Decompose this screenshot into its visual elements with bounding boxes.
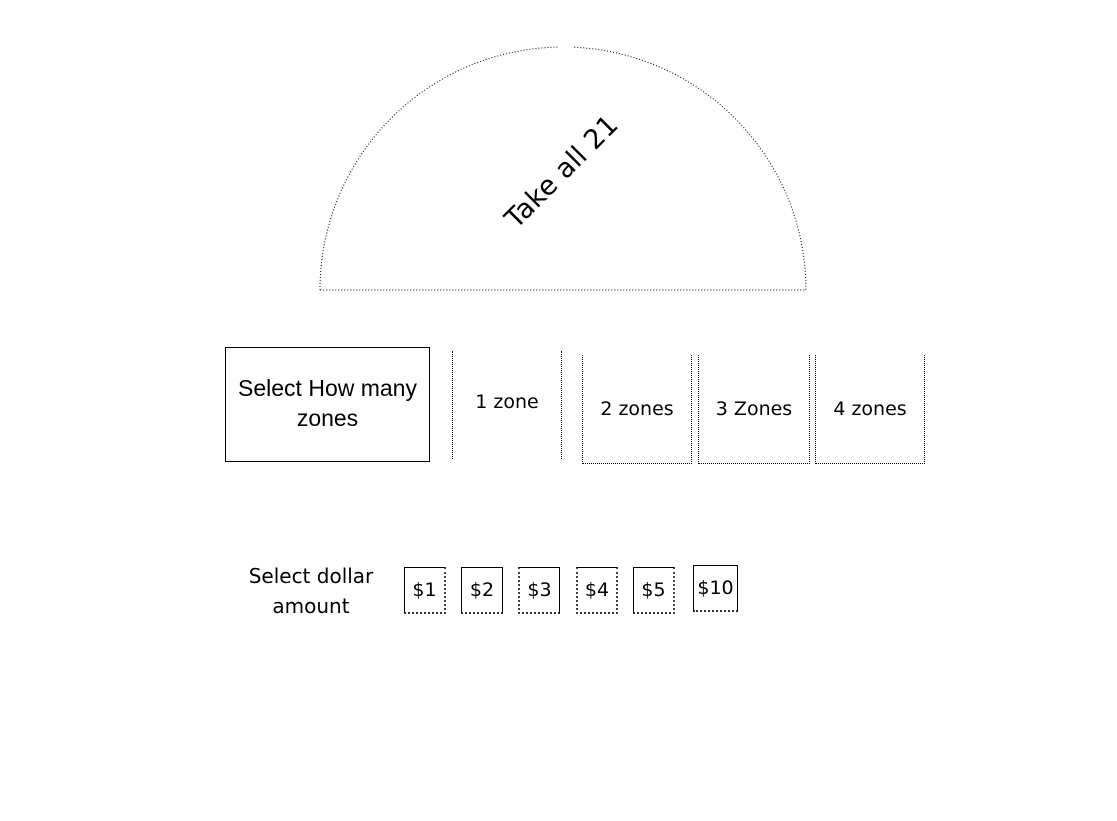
dollar-option-2[interactable]: $2	[461, 567, 503, 614]
dollar-option-5[interactable]: $5	[633, 567, 675, 614]
dollar-option-label: $10	[697, 577, 734, 599]
dollar-option-label: $2	[469, 579, 495, 601]
select-zones-prompt: Select How many zones	[225, 347, 430, 462]
zone-option-1[interactable]: 1 zone	[452, 351, 562, 459]
dollar-option-label: $4	[584, 579, 610, 601]
zone-option-3[interactable]: 3 Zones	[698, 355, 810, 464]
zone-option-label: 1 zone	[475, 391, 539, 413]
zone-option-label: 2 zones	[600, 398, 674, 420]
zone-option-label: 4 zones	[833, 398, 907, 420]
dollar-option-label: $1	[412, 579, 437, 601]
dollar-option-label: $5	[641, 579, 666, 601]
zone-option-label: 3 Zones	[715, 398, 793, 420]
dollar-option-3[interactable]: $3	[518, 567, 560, 614]
dollar-option-4[interactable]: $4	[576, 567, 618, 614]
select-dollar-prompt: Select dollar amount	[248, 564, 374, 618]
zone-option-4[interactable]: 4 zones	[815, 355, 925, 464]
dollar-option-10[interactable]: $10	[693, 565, 738, 612]
dollar-option-1[interactable]: $1	[404, 567, 446, 614]
dollar-option-label: $3	[527, 579, 552, 601]
zone-option-2[interactable]: 2 zones	[582, 355, 692, 464]
